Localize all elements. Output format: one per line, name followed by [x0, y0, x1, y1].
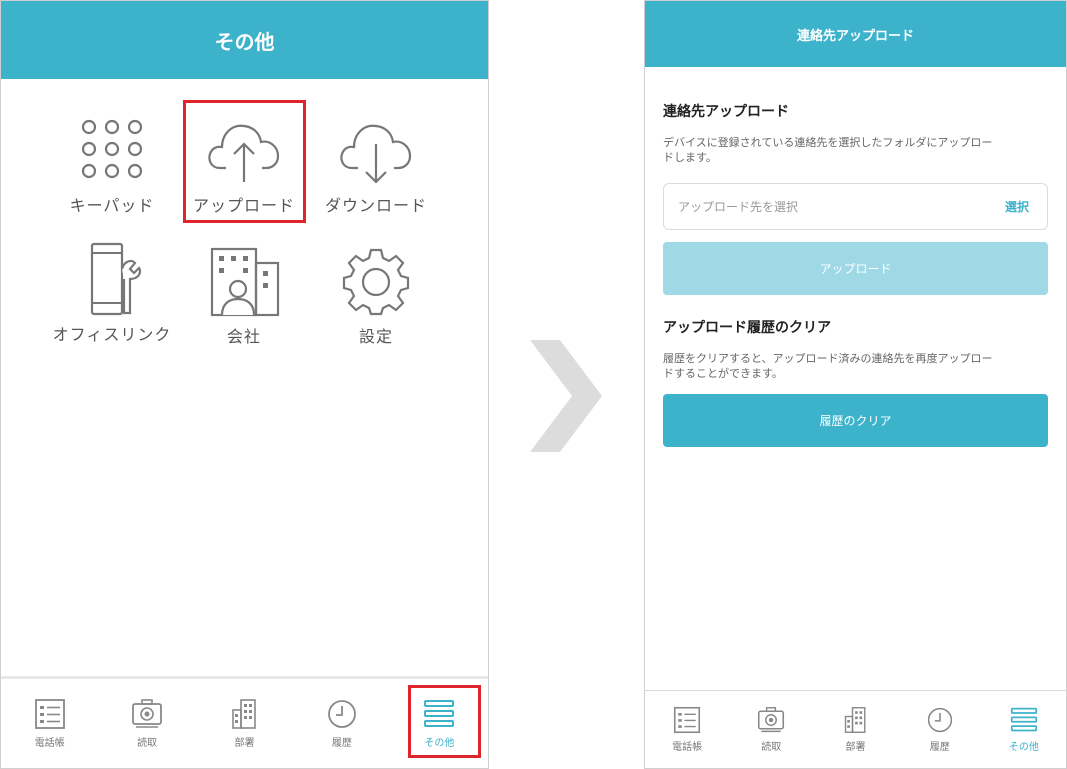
header-bar: 連絡先アップロード	[645, 1, 1066, 67]
menu-label-office-link: オフィスリンク	[52, 325, 172, 344]
keypad-icon	[81, 119, 143, 179]
clear-desc-line1: 履歴をクリアすると、アップロード済みの連絡先を再度アップロー	[663, 352, 993, 365]
highlight-upload	[183, 100, 306, 223]
destination-placeholder: アップロード先を選択	[678, 200, 799, 214]
right-phone-screen: 連絡先アップロード 連絡先アップロード デバイスに登録されている連絡先を選択した…	[644, 0, 1067, 769]
upload-settings-content: 連絡先アップロード デバイスに登録されている連絡先を選択したフォルダにアップロー…	[645, 101, 1066, 447]
tab-phonebook[interactable]: 電話帳	[645, 691, 729, 768]
clear-history-button[interactable]: 履歴のクリア	[663, 394, 1048, 447]
menu-label-keypad: キーパッド	[69, 196, 155, 215]
menu-item-download[interactable]: ダウンロード	[311, 116, 441, 216]
menu-item-keypad[interactable]: キーパッド	[47, 116, 177, 216]
tab-label: 履歴	[929, 742, 950, 753]
menu-item-settings[interactable]: 設定	[311, 245, 441, 347]
upload-button[interactable]: アップロード	[663, 242, 1048, 295]
menu-item-office-link[interactable]: オフィスリンク	[47, 241, 177, 345]
building-icon	[844, 707, 865, 733]
tab-label: 電話帳	[672, 742, 703, 753]
camera-icon	[758, 707, 785, 733]
upload-desc-line1: デバイスに登録されている連絡先を選択したフォルダにアップロー	[663, 136, 993, 149]
menu-label-settings: 設定	[358, 327, 393, 346]
tab-phonebook[interactable]: 電話帳	[1, 679, 98, 768]
tab-label: 部署	[234, 738, 255, 749]
clear-section-description: 履歴をクリアすると、アップロード済みの連絡先を再度アップロー ドすることができま…	[663, 351, 1048, 381]
tab-scan[interactable]: 読取	[98, 679, 195, 768]
tab-other[interactable]: その他	[982, 691, 1066, 768]
phonebook-icon	[34, 699, 65, 729]
camera-icon	[132, 699, 163, 728]
upload-desc-line2: ドします。	[663, 151, 717, 164]
tab-label: 読取	[137, 738, 158, 749]
highlight-other-tab	[408, 685, 481, 758]
tab-label: 履歴	[331, 738, 352, 749]
gear-icon	[342, 248, 410, 316]
tab-scan[interactable]: 読取	[729, 691, 813, 768]
menu-icon	[1010, 707, 1038, 732]
tab-history[interactable]: 履歴	[293, 679, 390, 768]
tab-label: その他	[1008, 742, 1039, 753]
tab-department[interactable]: 部署	[813, 691, 897, 768]
cloud-download-icon	[340, 124, 412, 184]
phone-wrench-icon	[90, 242, 142, 316]
clear-section-title: アップロード履歴のクリア	[663, 320, 831, 336]
left-phone-screen: その他 キーパッド アップロード ダウンロード オフィスリンク 会社 設定 電話…	[0, 0, 489, 769]
tab-label: 電話帳	[34, 738, 65, 749]
clock-icon	[927, 707, 952, 733]
menu-label-company: 会社	[226, 327, 261, 346]
phonebook-icon	[674, 706, 701, 734]
header-title: 連絡先アップロード	[796, 28, 914, 44]
tab-department[interactable]: 部署	[196, 679, 293, 768]
upload-section-description: デバイスに登録されている連絡先を選択したフォルダにアップロー ドします。	[663, 135, 1048, 165]
clear-desc-line2: ドすることができます。	[663, 367, 783, 380]
menu-label-download: ダウンロード	[324, 196, 427, 215]
tab-bar: 電話帳 読取 部署 履歴 その他	[645, 690, 1066, 768]
clock-icon	[328, 700, 356, 728]
header-bar: その他	[1, 1, 488, 79]
tab-label: 読取	[761, 742, 782, 753]
building-icon	[231, 699, 256, 729]
transition-arrow-icon	[530, 340, 602, 452]
menu-item-company[interactable]: 会社	[179, 245, 309, 347]
upload-section-title: 連絡先アップロード	[663, 104, 789, 120]
header-title: その他	[214, 29, 275, 54]
building-person-icon	[210, 247, 280, 317]
select-button[interactable]: 選択	[1005, 198, 1029, 215]
destination-input[interactable]: アップロード先を選択 選択	[663, 183, 1048, 230]
tab-label: 部署	[845, 742, 866, 753]
tab-history[interactable]: 履歴	[898, 691, 982, 768]
